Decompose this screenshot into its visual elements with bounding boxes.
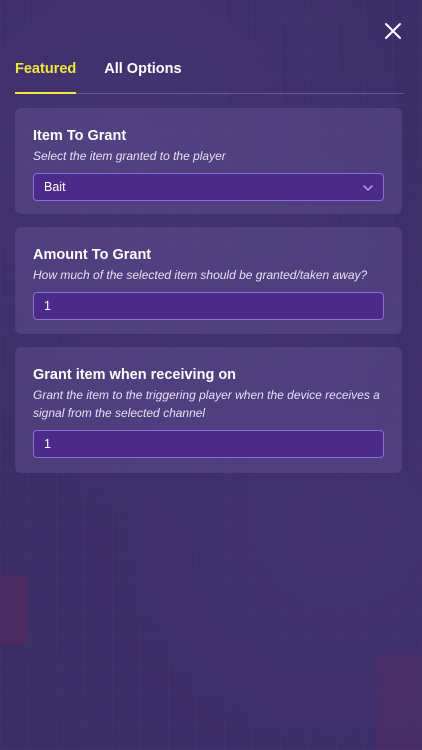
setting-card-item-to-grant: Item To Grant Select the item granted to…	[15, 108, 402, 214]
setting-description: Select the item granted to the player	[33, 149, 226, 163]
setting-title: Item To Grant	[33, 128, 127, 144]
chevron-down-icon	[362, 182, 374, 194]
close-button[interactable]	[382, 20, 404, 42]
tab-all-options[interactable]: All Options	[104, 58, 181, 93]
amount-to-grant-input[interactable]: 1	[33, 292, 384, 320]
dropdown-value: Bait	[44, 180, 66, 194]
background-block	[378, 655, 422, 750]
input-value: 1	[44, 437, 51, 451]
setting-description: Grant the item to the triggering player …	[33, 388, 380, 420]
setting-description: How much of the selected item should be …	[33, 268, 368, 282]
background-block	[0, 575, 28, 645]
tab-bar: Featured All Options	[15, 58, 404, 94]
close-icon	[385, 23, 401, 39]
input-value: 1	[44, 299, 51, 313]
setting-card-amount-to-grant: Amount To Grant How much of the selected…	[15, 227, 402, 334]
grant-when-receiving-input[interactable]: 1	[33, 430, 384, 458]
item-to-grant-dropdown[interactable]: Bait	[33, 173, 384, 201]
tab-featured[interactable]: Featured	[15, 58, 77, 94]
setting-title: Amount To Grant	[33, 247, 152, 263]
setting-card-grant-when-receiving: Grant item when receiving on Grant the i…	[15, 347, 402, 473]
setting-title: Grant item when receiving on	[33, 367, 237, 383]
